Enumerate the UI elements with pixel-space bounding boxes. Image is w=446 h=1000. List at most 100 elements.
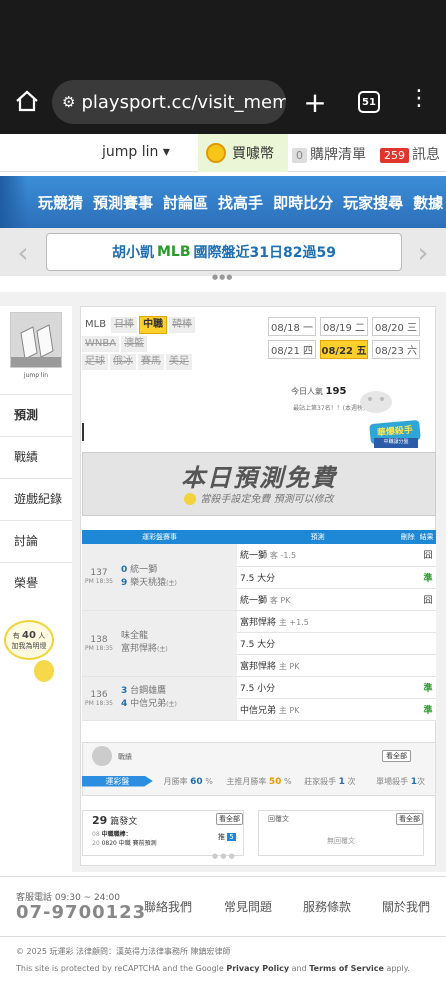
league-item[interactable]: 俄冰 xyxy=(110,354,136,370)
buy-coin-button[interactable]: 買噱幣 xyxy=(198,134,288,172)
follow-label: 加我為明燈 xyxy=(11,642,47,650)
home-icon[interactable] xyxy=(14,88,40,114)
prediction-cell[interactable]: 中信兄弟 主 PK xyxy=(237,698,399,721)
nav-item-forum[interactable]: 討論區 xyxy=(163,192,208,213)
home-score: 4 xyxy=(121,699,128,709)
follow-lamp-badge[interactable]: 有 40 人 加我為明燈 xyxy=(4,620,54,660)
league-item[interactable]: 賽馬 xyxy=(138,354,164,370)
sidebar-item-record[interactable]: 戰績 xyxy=(0,436,72,476)
replies-title: 回覆文 xyxy=(268,815,289,823)
sidebar-item-predict[interactable]: 預測 xyxy=(0,394,72,434)
date-item[interactable]: 08/18 一 xyxy=(268,317,316,336)
site-settings-icon[interactable]: ⚙ xyxy=(62,93,75,111)
league-item[interactable]: WNBA xyxy=(82,336,120,352)
terms-link[interactable]: Terms of Service xyxy=(309,964,384,973)
vote-label: 推 xyxy=(218,833,225,841)
sidebar-item-honor[interactable]: 榮譽 xyxy=(0,562,72,602)
replies-view-all-button[interactable]: 看全部 xyxy=(396,813,423,825)
sidebar-item-game-log[interactable]: 遊戲紀錄 xyxy=(0,478,72,518)
kebab-menu-icon[interactable]: ⋮ xyxy=(408,86,430,116)
buy-coin-label: 買噱幣 xyxy=(232,146,274,162)
game-num: 136 xyxy=(90,689,108,700)
recaptcha-text: This site is protected by reCAPTCHA and … xyxy=(16,964,224,973)
league-item[interactable]: 中職 xyxy=(139,316,168,334)
user-menu[interactable]: jump lin ▾ xyxy=(102,144,170,160)
stat-kill: 莊家殺手 1 次 xyxy=(294,776,365,787)
prediction-cell[interactable]: 富邦悍將 主 +1.5 xyxy=(237,610,399,633)
league-item[interactable]: 韓棒 xyxy=(169,317,196,333)
privacy-link[interactable]: Privacy Policy xyxy=(226,964,289,973)
game-cell: 136 PM 18:35 3 台鋼雄鷹 4 中信兄弟(主) xyxy=(82,676,237,721)
home-team: 中信兄弟 xyxy=(130,699,167,709)
stat-monthly-value: 60 xyxy=(190,776,203,787)
prediction-cell[interactable]: 富邦悍將 主 PK xyxy=(237,654,399,677)
league-item[interactable]: 澳籃 xyxy=(121,336,148,352)
chevron-right-icon[interactable]: › xyxy=(408,234,438,270)
cart-count: 0 xyxy=(292,148,307,163)
prediction-cell[interactable]: 7.5 大分 xyxy=(237,632,399,655)
home-tag: (主) xyxy=(166,579,177,587)
nav-item-predict[interactable]: 預測賽事 xyxy=(93,192,153,213)
avatar[interactable] xyxy=(10,312,62,368)
league-item[interactable]: 美足 xyxy=(166,354,192,370)
service-phone[interactable]: 07-9700123 xyxy=(16,902,146,923)
prediction-note: 主 +1.5 xyxy=(278,617,309,627)
date-item[interactable]: 08/23 六 xyxy=(372,340,420,359)
nav-item-experts[interactable]: 找高手 xyxy=(218,192,263,213)
article-item[interactable]: 08 中職職棒： 20 0820 中職 賽前預測 xyxy=(92,830,157,848)
footer-link-faq[interactable]: 常見問題 xyxy=(224,898,272,915)
nav-item-livescore[interactable]: 即時比分 xyxy=(273,192,333,213)
footer-link-about[interactable]: 關於我們 xyxy=(382,898,430,915)
nav-item-data[interactable]: 數據 xyxy=(413,192,443,213)
game-cell: 137 PM 18:35 0 統一獅 9 樂天桃猿(主) xyxy=(82,544,237,611)
league-filter: MLB 日棒 中職 韓棒 WNBA 澳籃 足球 俄冰 賽馬 美足 xyxy=(82,315,232,371)
prediction-cell[interactable]: 統一獅 客 PK xyxy=(237,588,399,611)
date-item[interactable]: 08/22 五 xyxy=(320,340,368,359)
league-item[interactable]: 足球 xyxy=(82,354,108,370)
stats-view-all-button[interactable]: 看全部 xyxy=(382,750,411,762)
date-selector: 08/18 一 08/19 二 08/20 三 08/21 四 08/22 五 … xyxy=(268,317,436,359)
footer-link-contact[interactable]: 聯絡我們 xyxy=(144,898,192,915)
url-bar[interactable]: ⚙ playsport.cc/visit_memb xyxy=(52,80,286,124)
league-item[interactable]: 日棒 xyxy=(111,317,138,333)
league-item[interactable]: MLB xyxy=(82,317,109,333)
prediction-cell[interactable]: 統一獅 客 -1.5 xyxy=(237,544,399,567)
prediction-cell[interactable]: 7.5 大分 xyxy=(237,566,399,589)
cart-link[interactable]: 0 購牌清單 xyxy=(292,144,366,164)
nav-item-player-search[interactable]: 玩家搜尋 xyxy=(343,192,403,213)
chevron-left-icon[interactable]: ‹ xyxy=(8,234,38,270)
article-count-value: 29 xyxy=(92,814,108,827)
date-item[interactable]: 08/21 四 xyxy=(268,340,316,359)
message-label: 訊息 xyxy=(412,147,440,163)
message-link[interactable]: 259 訊息 xyxy=(380,144,440,164)
away-score: 0 xyxy=(121,564,128,575)
footer-divider xyxy=(0,936,446,937)
url-text: playsport.cc/visit_memb xyxy=(81,91,286,113)
stats-title: 戰績 xyxy=(118,753,132,761)
date-item[interactable]: 08/19 二 xyxy=(320,317,368,336)
result-cell: 準 xyxy=(417,676,436,699)
articles-view-all-button[interactable]: 看全部 xyxy=(216,813,243,825)
follow-suffix: 人 xyxy=(38,632,46,640)
game-cell: 138 PM 18:35 味全龍 富邦悍將(主) xyxy=(82,610,237,677)
delete-cell xyxy=(398,698,418,721)
nav-item-guess[interactable]: 玩競猜 xyxy=(38,192,83,213)
marquee-headline[interactable]: 胡小凱 MLB 國際盤近31日82過59 xyxy=(46,233,402,271)
result-cell xyxy=(417,654,436,677)
sidebar-item-discuss[interactable]: 討論 xyxy=(0,520,72,560)
recaptcha-and: and xyxy=(291,964,307,973)
stat-kill-label: 莊家殺手 xyxy=(304,776,337,786)
footer-link-terms[interactable]: 服務條款 xyxy=(303,898,351,915)
plus-icon[interactable]: + xyxy=(302,86,328,119)
mascot-icon xyxy=(356,384,396,414)
follow-prefix: 有 xyxy=(12,632,20,640)
tab-count-button[interactable]: 51 xyxy=(358,91,380,113)
prediction-cell[interactable]: 7.5 小分 xyxy=(237,676,399,699)
status-bar xyxy=(0,0,446,72)
home-tag: (主) xyxy=(157,646,168,653)
follow-count: 40 xyxy=(22,630,36,641)
col-game: 運彩盤賽事 xyxy=(82,530,237,544)
date-item[interactable]: 08/20 三 xyxy=(372,317,420,336)
note-input[interactable] xyxy=(82,423,362,441)
stats-tab[interactable]: 運彩盤 xyxy=(82,775,153,787)
